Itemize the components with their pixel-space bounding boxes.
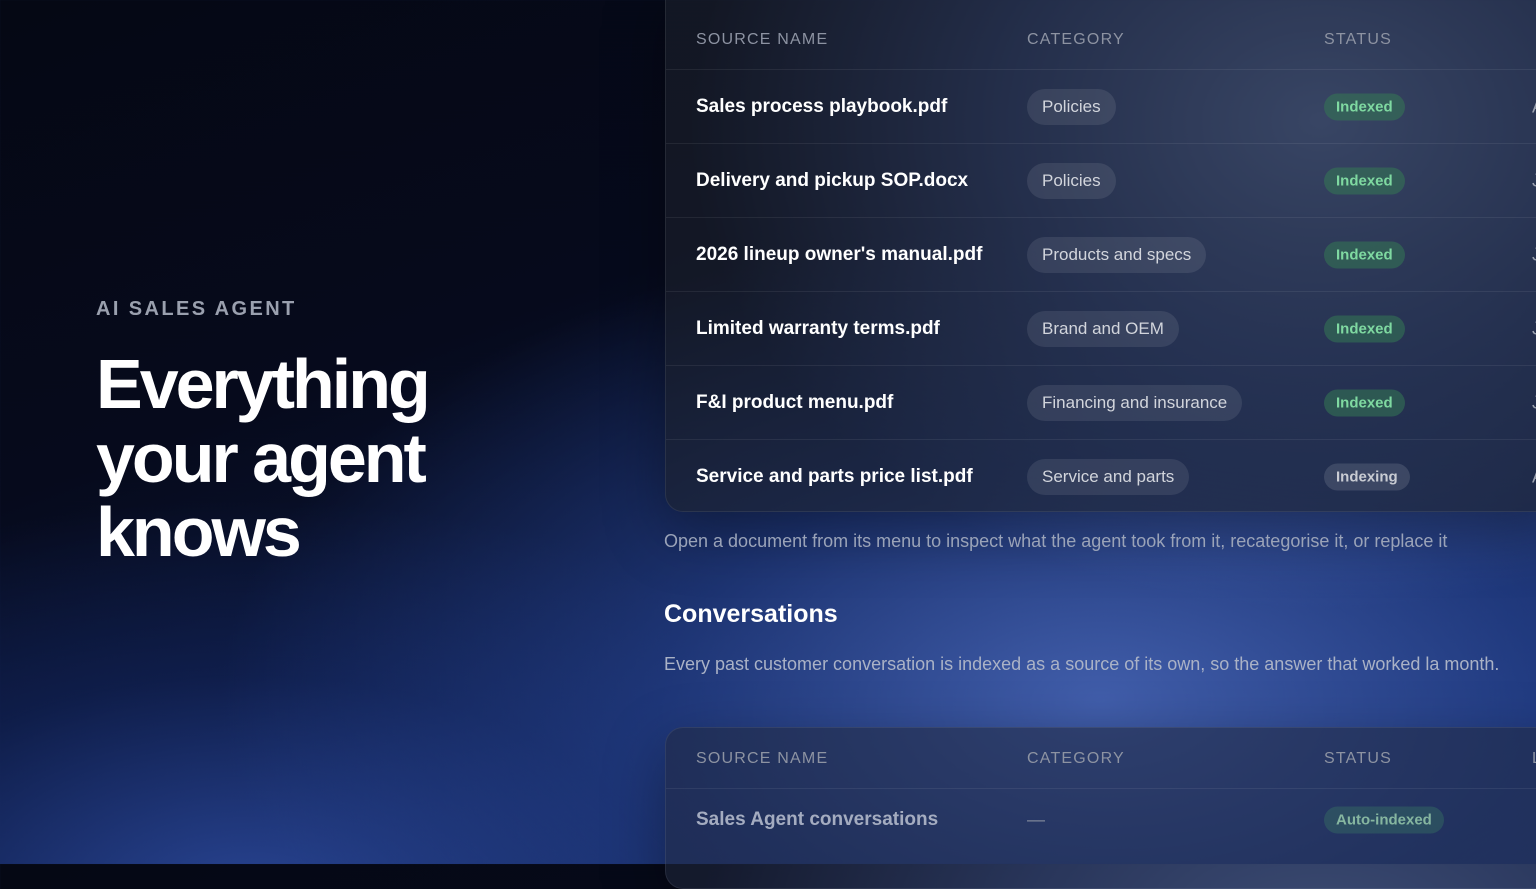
- status-badge: Indexed: [1324, 167, 1405, 194]
- table-row[interactable]: 2026 lineup owner's manual.pdf Products …: [666, 218, 1536, 292]
- headline: Everything your agent knows: [96, 347, 616, 569]
- source-name: Service and parts price list.pdf: [696, 465, 973, 487]
- source-name: F&I product menu.pdf: [696, 391, 894, 413]
- col-last[interactable]: L: [1532, 750, 1536, 768]
- source-name: Sales process playbook.pdf: [696, 95, 948, 117]
- category-empty: —: [1027, 809, 1045, 830]
- conversations-table-header: SOURCE NAME CATEGORY STATUS L: [666, 728, 1536, 789]
- col-category[interactable]: CATEGORY: [1027, 750, 1125, 768]
- category-chip: Products and specs: [1027, 236, 1207, 273]
- status-badge: Indexed: [1324, 241, 1405, 268]
- source-name: Delivery and pickup SOP.docx: [696, 169, 969, 191]
- col-status[interactable]: STATUS: [1324, 750, 1392, 768]
- table-row[interactable]: Limited warranty terms.pdf Brand and OEM…: [666, 292, 1536, 366]
- table-row[interactable]: Sales Agent conversations — Auto-indexed: [666, 789, 1536, 851]
- col-source-name[interactable]: SOURCE NAME: [696, 31, 828, 49]
- headline-line-3: knows: [96, 493, 302, 571]
- source-name: Limited warranty terms.pdf: [696, 317, 940, 339]
- col-category[interactable]: CATEGORY: [1027, 31, 1125, 49]
- conversations-table: SOURCE NAME CATEGORY STATUS L Sales Agen…: [665, 727, 1536, 889]
- category-chip: Brand and OEM: [1027, 310, 1179, 347]
- hero: AI SALES AGENT Everything your agent kno…: [96, 298, 616, 569]
- status-badge: Indexed: [1324, 315, 1405, 342]
- table-note: Open a document from its menu to inspect…: [664, 531, 1448, 551]
- status-badge: Indexed: [1324, 389, 1405, 416]
- headline-line-2: your agent: [96, 419, 427, 497]
- headline-line-1: Everything: [96, 345, 431, 423]
- table-row[interactable]: F&I product menu.pdf Financing and insur…: [666, 366, 1536, 440]
- table-row[interactable]: Delivery and pickup SOP.docx Policies In…: [666, 144, 1536, 218]
- category-chip: Policies: [1027, 162, 1116, 199]
- col-status[interactable]: STATUS: [1324, 31, 1392, 49]
- source-name: 2026 lineup owner's manual.pdf: [696, 243, 983, 265]
- eyebrow: AI SALES AGENT: [96, 298, 297, 320]
- category-chip: Service and parts: [1027, 458, 1190, 495]
- sources-table-header: SOURCE NAME CATEGORY STATUS: [666, 0, 1536, 70]
- table-row[interactable]: Service and parts price list.pdf Service…: [666, 440, 1536, 511]
- status-badge: Auto-indexed: [1324, 806, 1444, 834]
- status-badge: Indexed: [1324, 93, 1405, 120]
- category-chip: Financing and insurance: [1027, 384, 1243, 421]
- category-chip: Policies: [1027, 88, 1116, 125]
- source-name: Sales Agent conversations: [696, 809, 939, 830]
- status-badge: Indexing: [1324, 463, 1410, 490]
- conversations-title: Conversations: [664, 600, 838, 628]
- col-source-name[interactable]: SOURCE NAME: [696, 750, 828, 768]
- table-row[interactable]: Sales process playbook.pdf Policies Inde…: [666, 70, 1536, 144]
- row-tail: J: [1532, 318, 1536, 339]
- row-tail: J: [1532, 244, 1536, 265]
- row-tail: A: [1532, 96, 1536, 117]
- row-tail: J: [1532, 392, 1536, 413]
- row-tail: J: [1532, 170, 1536, 191]
- row-tail: A: [1532, 466, 1536, 487]
- sources-table: SOURCE NAME CATEGORY STATUS Sales proces…: [665, 0, 1536, 512]
- conversations-description: Every past customer conversation is inde…: [664, 654, 1500, 674]
